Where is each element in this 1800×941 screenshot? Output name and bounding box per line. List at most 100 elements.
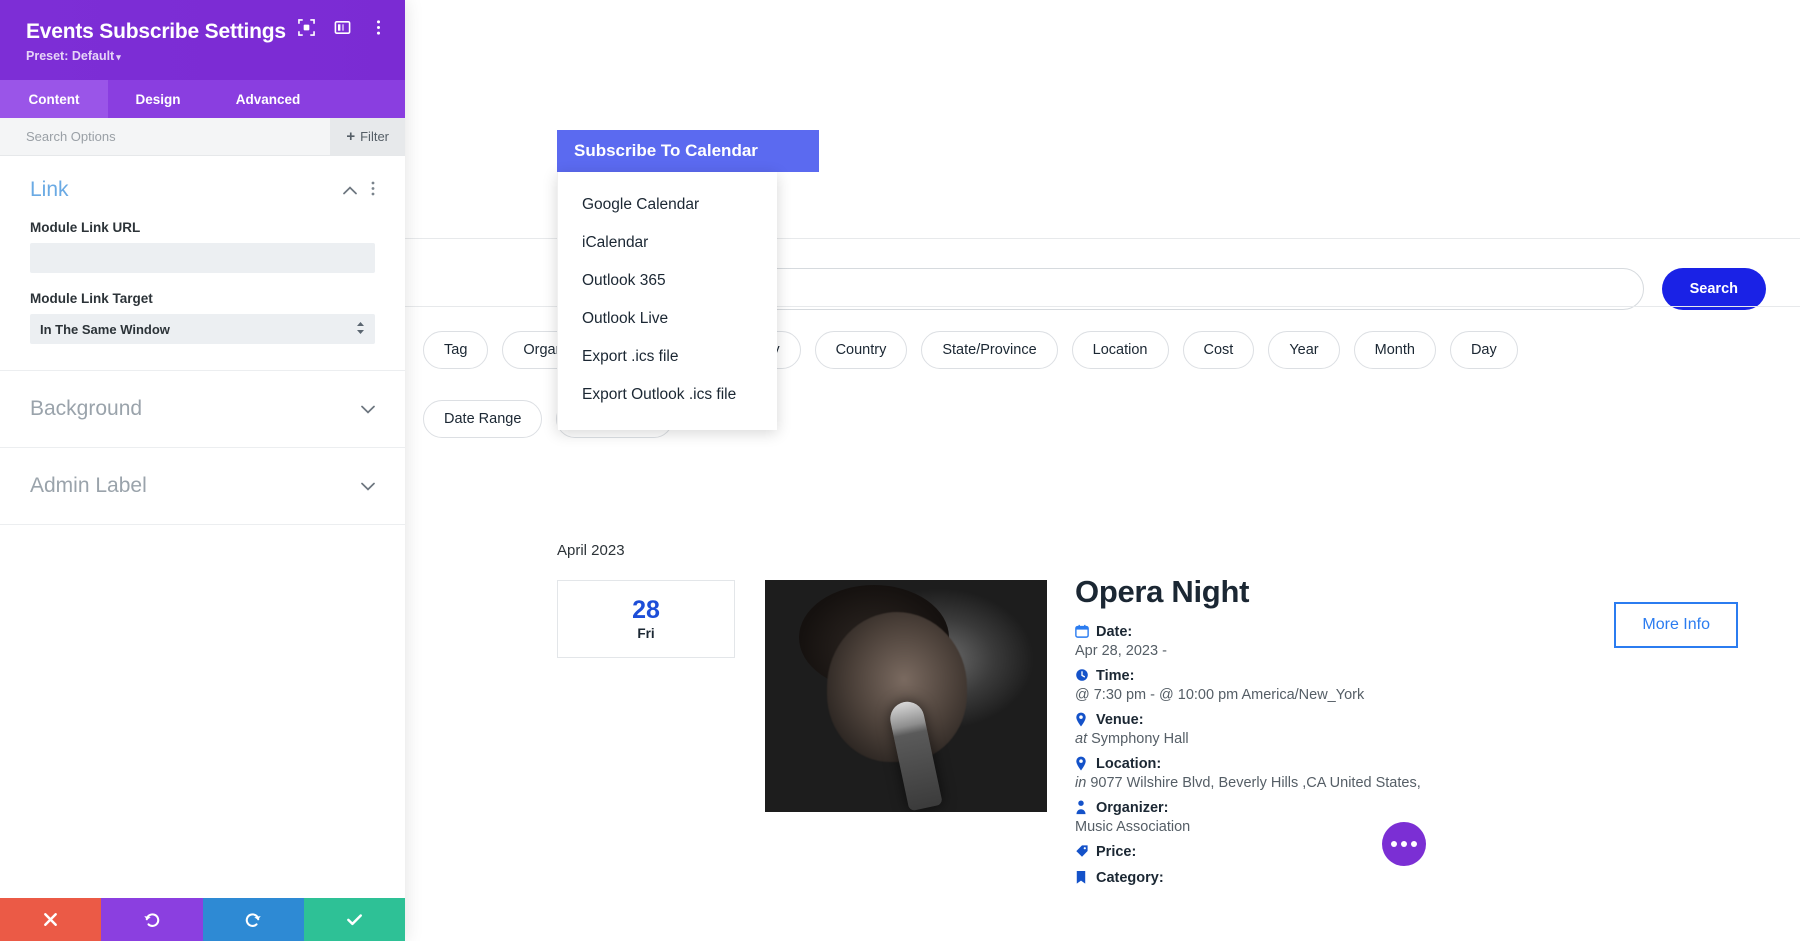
month-label: April 2023: [557, 542, 625, 559]
section-admin-label-title: Admin Label: [30, 474, 147, 498]
section-link: Link Module Link URL Module: [0, 156, 405, 371]
select-value: In The Same Window: [40, 322, 170, 337]
undo-icon: [143, 911, 161, 929]
preset-selector[interactable]: Preset: Default▾: [26, 49, 385, 63]
location-prefix: in: [1075, 775, 1086, 791]
event-meta-label-text: Venue:: [1096, 712, 1144, 728]
save-button[interactable]: [304, 898, 405, 941]
redo-icon: [244, 911, 262, 929]
filter-toggle-button[interactable]: + Filter: [330, 118, 405, 155]
filter-chip-state-province[interactable]: State/Province: [921, 331, 1057, 369]
search-button[interactable]: Search: [1662, 268, 1766, 310]
module-link-url-input[interactable]: [30, 243, 375, 273]
location-text: 9077 Wilshire Blvd, Beverly Hills ,CA Un…: [1090, 775, 1420, 791]
event-meta-location-label: Location:: [1075, 756, 1772, 772]
event-thumbnail[interactable]: [765, 580, 1047, 812]
calendar-icon: [1075, 624, 1089, 640]
filter-chip-label: Month: [1375, 342, 1415, 358]
settings-tabs: Content Design Advanced: [0, 80, 405, 118]
column-layout-icon[interactable]: [333, 18, 351, 36]
more-options-icon[interactable]: [369, 18, 387, 36]
pin-icon: [1075, 712, 1089, 728]
app-root: Search Tag Organizer ⌄ Venue City Countr…: [0, 0, 1800, 941]
settings-panel-body: Link Module Link URL Module: [0, 156, 405, 898]
filter-button-label: Filter: [360, 129, 389, 144]
event-meta-organizer-value: Music Association: [1075, 819, 1772, 835]
subscribe-item-outlook-live[interactable]: Outlook Live: [558, 300, 777, 338]
section-link-header[interactable]: Link: [30, 178, 375, 202]
filter-chip-cost[interactable]: Cost: [1183, 331, 1255, 369]
subscribe-item-export-outlook-ics[interactable]: Export Outlook .ics file: [558, 376, 777, 414]
subscribe-item-google-calendar[interactable]: Google Calendar: [558, 186, 777, 224]
filter-chip-tag[interactable]: Tag: [423, 331, 488, 369]
filter-chip-label: Date Range: [444, 411, 521, 427]
undo-button[interactable]: [101, 898, 202, 941]
subscribe-menu-list: Google Calendar iCalendar Outlook 365 Ou…: [557, 172, 777, 430]
chevron-down-icon[interactable]: [361, 480, 375, 493]
filter-chip-country[interactable]: Country: [815, 331, 908, 369]
event-meta-label-text: Category:: [1096, 870, 1164, 886]
preset-label: Preset: Default: [26, 49, 114, 63]
event-meta-time-value: @ 7:30 pm - @ 10:00 pm America/New_York: [1075, 687, 1772, 703]
person-icon: [1075, 800, 1089, 816]
section-background-title: Background: [30, 397, 142, 421]
tab-advanced[interactable]: Advanced: [208, 80, 328, 118]
search-options-placeholder[interactable]: Search Options: [0, 129, 330, 144]
venue-prefix: at: [1075, 731, 1087, 747]
subscribe-to-calendar-button[interactable]: Subscribe To Calendar: [557, 130, 819, 172]
event-meta-location-value: in 9077 Wilshire Blvd, Beverly Hills ,CA…: [1075, 775, 1772, 791]
subscribe-item-icalendar[interactable]: iCalendar: [558, 224, 777, 262]
event-meta-label-text: Organizer:: [1096, 800, 1169, 816]
more-actions-fab[interactable]: [1382, 822, 1426, 866]
filter-chip-label: Year: [1289, 342, 1318, 358]
section-admin-label[interactable]: Admin Label: [0, 448, 405, 525]
tab-design[interactable]: Design: [108, 80, 208, 118]
check-icon: [345, 910, 364, 929]
tag-icon: [1075, 844, 1089, 860]
event-meta-venue-value: at Symphony Hall: [1075, 731, 1772, 747]
field-module-link-url: Module Link URL: [30, 220, 375, 273]
filter-chip-year[interactable]: Year: [1268, 331, 1339, 369]
section-background[interactable]: Background: [0, 371, 405, 448]
module-settings-panel: Events Subscribe Settings Preset: Defaul…: [0, 0, 405, 941]
event-meta-category-label: Category:: [1075, 870, 1772, 886]
filter-chip-location[interactable]: Location: [1072, 331, 1169, 369]
chevron-down-icon[interactable]: [361, 403, 375, 416]
event-date-box: 28 Fri: [557, 580, 735, 658]
section-link-header-icons: [343, 181, 375, 199]
subscribe-item-outlook-365[interactable]: Outlook 365: [558, 262, 777, 300]
fab-dot: [1401, 841, 1407, 847]
fab-dot: [1391, 841, 1397, 847]
cancel-button[interactable]: [0, 898, 101, 941]
filter-chip-label: State/Province: [942, 342, 1036, 358]
redo-button[interactable]: [203, 898, 304, 941]
module-link-target-select[interactable]: In The Same Window: [30, 314, 375, 344]
section-options-icon[interactable]: [371, 181, 375, 199]
event-meta-label-text: Location:: [1096, 756, 1161, 772]
filter-chip-day[interactable]: Day: [1450, 331, 1518, 369]
responsive-view-icon[interactable]: [297, 18, 315, 36]
filter-chip-label: Cost: [1204, 342, 1234, 358]
chevron-up-icon[interactable]: [343, 184, 357, 197]
event-date-day: 28: [632, 597, 660, 623]
bookmark-icon: [1075, 870, 1089, 886]
pin-icon: [1075, 756, 1089, 772]
tab-content[interactable]: Content: [0, 80, 108, 118]
venue-text: Symphony Hall: [1091, 731, 1189, 747]
filter-chip-label: Country: [836, 342, 887, 358]
settings-panel-footer: [0, 898, 405, 941]
filter-chip-date-range[interactable]: Date Range: [423, 400, 542, 438]
event-date-weekday: Fri: [637, 626, 654, 641]
event-list-item: 28 Fri Opera Night Date: Apr 28, 2023 -: [557, 580, 1772, 886]
clock-icon: [1075, 668, 1089, 684]
field-module-link-target: Module Link Target In The Same Window: [30, 291, 375, 344]
subscribe-item-export-ics[interactable]: Export .ics file: [558, 338, 777, 376]
chevron-down-icon: ▾: [116, 52, 121, 62]
subscribe-dropdown: Subscribe To Calendar Google Calendar iC…: [557, 130, 819, 430]
filter-chip-month[interactable]: Month: [1354, 331, 1436, 369]
settings-search-bar: Search Options + Filter: [0, 118, 405, 156]
select-arrows-icon: [356, 321, 365, 338]
plus-icon: +: [346, 128, 355, 145]
more-info-button[interactable]: More Info: [1614, 602, 1738, 648]
filter-chip-label: Location: [1093, 342, 1148, 358]
